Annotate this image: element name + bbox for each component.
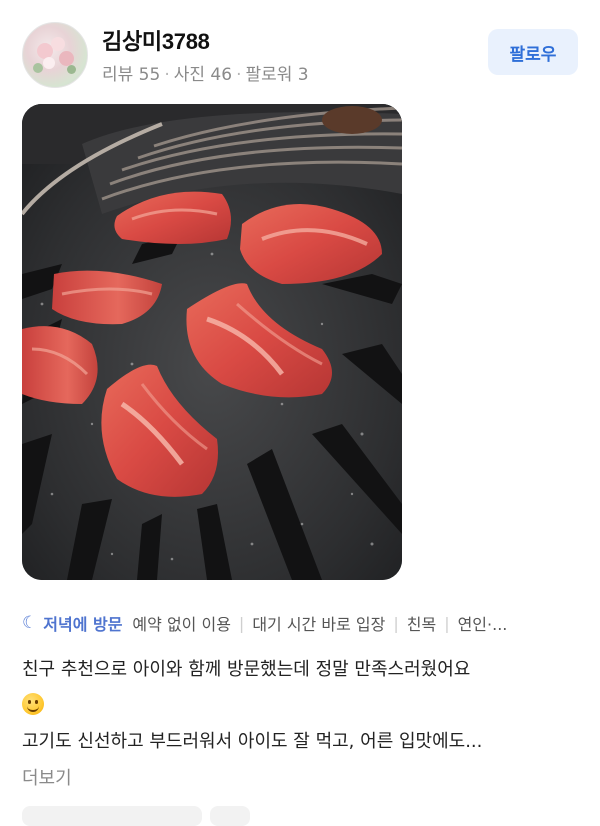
keyword-chip[interactable] [22,806,202,826]
photo-count: 사진 46 [173,65,233,85]
reviewer-stats: 리뷰 55 · 사진 46 · 팔로워 3 [102,65,309,85]
username[interactable]: 김상미3788 [102,24,210,56]
tag-divider: | [238,613,245,633]
grilled-meat-image [22,104,402,580]
tag-item: 예약 없이 이용 [132,615,231,634]
moon-icon: ☾ [22,613,38,633]
read-more-link[interactable]: 더보기 [22,764,72,790]
tag-divider: | [393,613,399,633]
review-emoji-line [22,688,578,724]
review-text[interactable]: 친구 추천으로 아이와 함께 방문했는데 정말 만족스러웠어요 고기도 신선하고… [22,652,578,760]
visit-tags: ☾ 저녁에 방문 예약 없이 이용 | 대기 시간 바로 입장 | 친목 | 연… [22,610,578,636]
visit-time-label: 저녁에 방문 [43,615,123,634]
avatar[interactable] [22,22,88,88]
tag-item: 친목 [406,615,437,634]
tag-item: 연인·... [457,615,508,634]
follow-button[interactable]: 팔로우 [488,29,578,75]
smiling-face-emoji-icon [22,693,44,715]
tag-item: 대기 시간 바로 입장 [252,615,386,634]
tag-divider: | [444,613,450,633]
keyword-chip[interactable] [210,806,250,826]
review-line: 고기도 신선하고 부드러워서 아이도 잘 먹고, 어른 입맛에도... [22,731,483,752]
reviewer-header: 김상미3788 리뷰 55 · 사진 46 · 팔로워 3 팔로우 [22,20,578,88]
follower-count: 팔로워 3 [245,65,309,85]
review-line: 친구 추천으로 아이와 함께 방문했는데 정말 만족스러웠어요 [22,659,471,680]
review-count: 리뷰 55 [102,65,161,85]
review-photo[interactable] [22,104,402,580]
